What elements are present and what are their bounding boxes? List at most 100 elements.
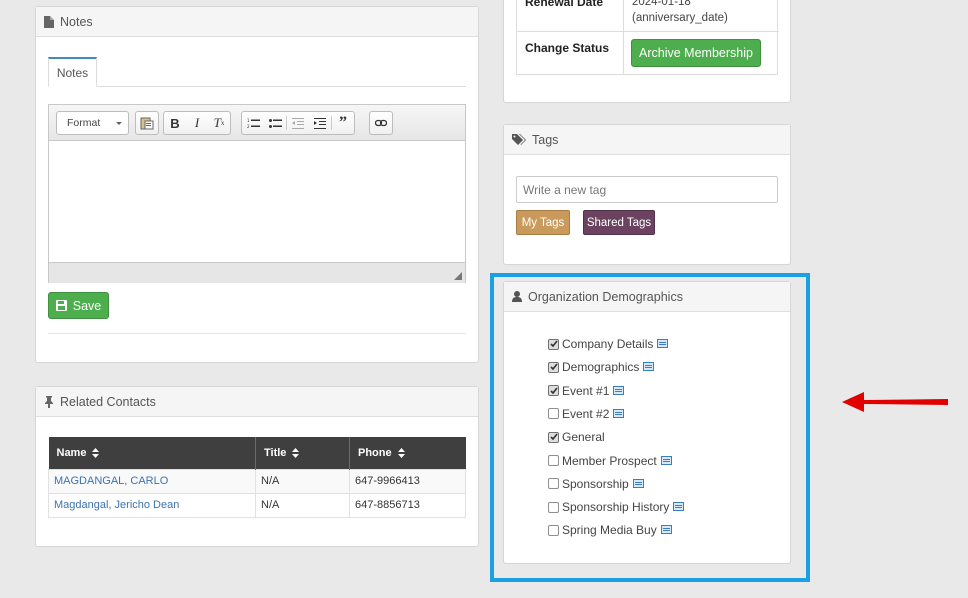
notes-panel-title: Notes xyxy=(60,14,93,29)
notes-editor-area[interactable] xyxy=(49,141,465,262)
contact-name-link[interactable]: MAGDANGAL, CARLO xyxy=(54,475,168,487)
demographic-label: Sponsorship History xyxy=(562,500,670,515)
paste-group xyxy=(135,111,159,135)
demographic-label: General xyxy=(562,430,605,445)
link-icon[interactable] xyxy=(370,112,392,134)
bold-icon[interactable]: B xyxy=(164,112,186,134)
demographic-checkbox[interactable] xyxy=(548,408,559,420)
contact-phone-cell: 647-8856713 xyxy=(349,492,466,518)
blockquote-icon[interactable]: ” xyxy=(332,112,354,134)
demographic-checkbox[interactable] xyxy=(548,478,559,490)
italic-icon[interactable]: I xyxy=(186,112,208,134)
form-icon[interactable] xyxy=(613,407,625,421)
notes-divider xyxy=(48,333,466,334)
editor-statusbar xyxy=(49,262,465,283)
form-icon[interactable] xyxy=(643,360,655,374)
related-contacts-title: Related Contacts xyxy=(60,394,156,409)
resize-handle-icon[interactable] xyxy=(454,272,462,280)
form-icon[interactable] xyxy=(673,500,685,514)
tab-notes[interactable]: Notes xyxy=(48,57,97,87)
table-row: Magdangal, Jericho Dean N/A 647-8856713 xyxy=(48,492,466,518)
notes-panel: Notes Notes Format B I Tx 12 ” Save xyxy=(35,6,479,363)
numbered-list-icon[interactable]: 12 xyxy=(242,112,264,134)
my-tags-button[interactable]: My Tags xyxy=(516,210,570,235)
demographics-panel-header: Organization Demographics xyxy=(504,282,790,312)
form-icon[interactable] xyxy=(632,477,644,491)
list-item: Spring Media Buy xyxy=(548,522,672,538)
demographic-label: Member Prospect xyxy=(562,453,657,468)
tags-panel-header: Tags xyxy=(504,125,790,155)
tags-icon xyxy=(512,133,526,145)
list-item: Event #2 xyxy=(548,406,625,422)
demographics-panel-title: Organization Demographics xyxy=(528,289,683,304)
link-group xyxy=(369,111,393,135)
shared-tags-button[interactable]: Shared Tags xyxy=(583,210,655,235)
demographic-checkbox[interactable] xyxy=(548,455,559,466)
tags-panel-title: Tags xyxy=(532,132,559,147)
membership-status-panel: Renewal Date 2024-01-18 (anniversary_dat… xyxy=(503,0,791,103)
contacts-table: Name Title Phone MAGDANGAL, CARLO N/A 64… xyxy=(48,437,466,518)
renewal-date-row: Renewal Date 2024-01-18 (anniversary_dat… xyxy=(517,0,779,32)
check-icon xyxy=(549,340,558,348)
save-notes-button[interactable]: Save xyxy=(48,292,109,319)
user-icon xyxy=(512,291,522,302)
form-icon[interactable] xyxy=(660,454,672,468)
notes-tabbar: Notes xyxy=(48,57,466,87)
list-item: General xyxy=(548,429,605,445)
demographic-label: Company Details xyxy=(562,337,654,351)
contact-name-cell: MAGDANGAL, CARLO xyxy=(48,468,256,494)
check-icon xyxy=(549,433,558,441)
demographic-checkbox[interactable] xyxy=(548,524,559,536)
file-icon xyxy=(44,15,54,28)
form-icon[interactable] xyxy=(660,523,672,537)
contact-name-link[interactable]: Magdangal, Jericho Dean xyxy=(54,499,179,511)
organization-demographics-panel: Organization Demographics Company Detail… xyxy=(503,281,791,564)
list-item: Demographics xyxy=(548,359,655,375)
contact-title-cell: N/A xyxy=(255,492,350,518)
demographic-label: Sponsorship xyxy=(562,476,629,491)
pin-icon xyxy=(45,395,53,408)
list-item: Sponsorship xyxy=(548,476,644,492)
demographic-label: Event #1 xyxy=(562,383,610,398)
new-tag-input[interactable] xyxy=(516,176,778,203)
demographic-checkbox[interactable] xyxy=(548,338,559,350)
sort-icon xyxy=(292,447,300,458)
outdent-icon[interactable] xyxy=(287,112,309,134)
demographic-label: Demographics xyxy=(562,360,640,375)
list-item: Member Prospect xyxy=(548,453,672,469)
paste-from-word-icon[interactable] xyxy=(136,112,158,134)
format-select-label: Format xyxy=(67,117,101,129)
tags-panel: Tags My Tags Shared Tags xyxy=(503,124,791,265)
indent-icon[interactable] xyxy=(309,112,331,134)
svg-text:1: 1 xyxy=(247,118,250,123)
renewal-date-value: 2024-01-18 xyxy=(632,0,691,8)
basic-styles-group: B I Tx xyxy=(163,111,231,135)
demographic-checkbox[interactable] xyxy=(548,431,559,443)
related-contacts-header: Related Contacts xyxy=(36,387,478,417)
demographic-checkbox[interactable] xyxy=(548,361,559,373)
demographic-checkbox[interactable] xyxy=(548,501,559,513)
demographic-checkbox[interactable] xyxy=(548,385,559,397)
bulleted-list-icon[interactable] xyxy=(264,112,286,134)
form-icon[interactable] xyxy=(657,337,669,351)
list-item: Company Details xyxy=(548,336,669,352)
red-arrow-icon xyxy=(842,392,948,412)
check-icon xyxy=(549,387,558,394)
form-icon[interactable] xyxy=(613,384,625,398)
remove-format-icon[interactable]: Tx xyxy=(208,112,230,134)
contact-name-cell: Magdangal, Jericho Dean xyxy=(48,492,256,518)
column-header-phone[interactable]: Phone xyxy=(349,437,466,469)
column-header-title[interactable]: Title xyxy=(255,437,350,469)
renewal-date-label: Renewal Date xyxy=(525,0,604,9)
list-group: 12 ” xyxy=(241,111,355,135)
save-button-label: Save xyxy=(72,298,102,313)
change-status-label: Change Status xyxy=(525,41,610,55)
archive-membership-button[interactable]: Archive Membership xyxy=(631,39,761,67)
column-phone-label: Phone xyxy=(358,446,392,459)
sort-icon xyxy=(397,447,405,458)
column-header-name[interactable]: Name xyxy=(48,437,256,469)
list-item: Event #1 xyxy=(548,383,625,399)
format-select[interactable]: Format xyxy=(56,111,129,135)
membership-status-table: Renewal Date 2024-01-18 (anniversary_dat… xyxy=(516,0,779,75)
column-name-label: Name xyxy=(56,446,87,459)
